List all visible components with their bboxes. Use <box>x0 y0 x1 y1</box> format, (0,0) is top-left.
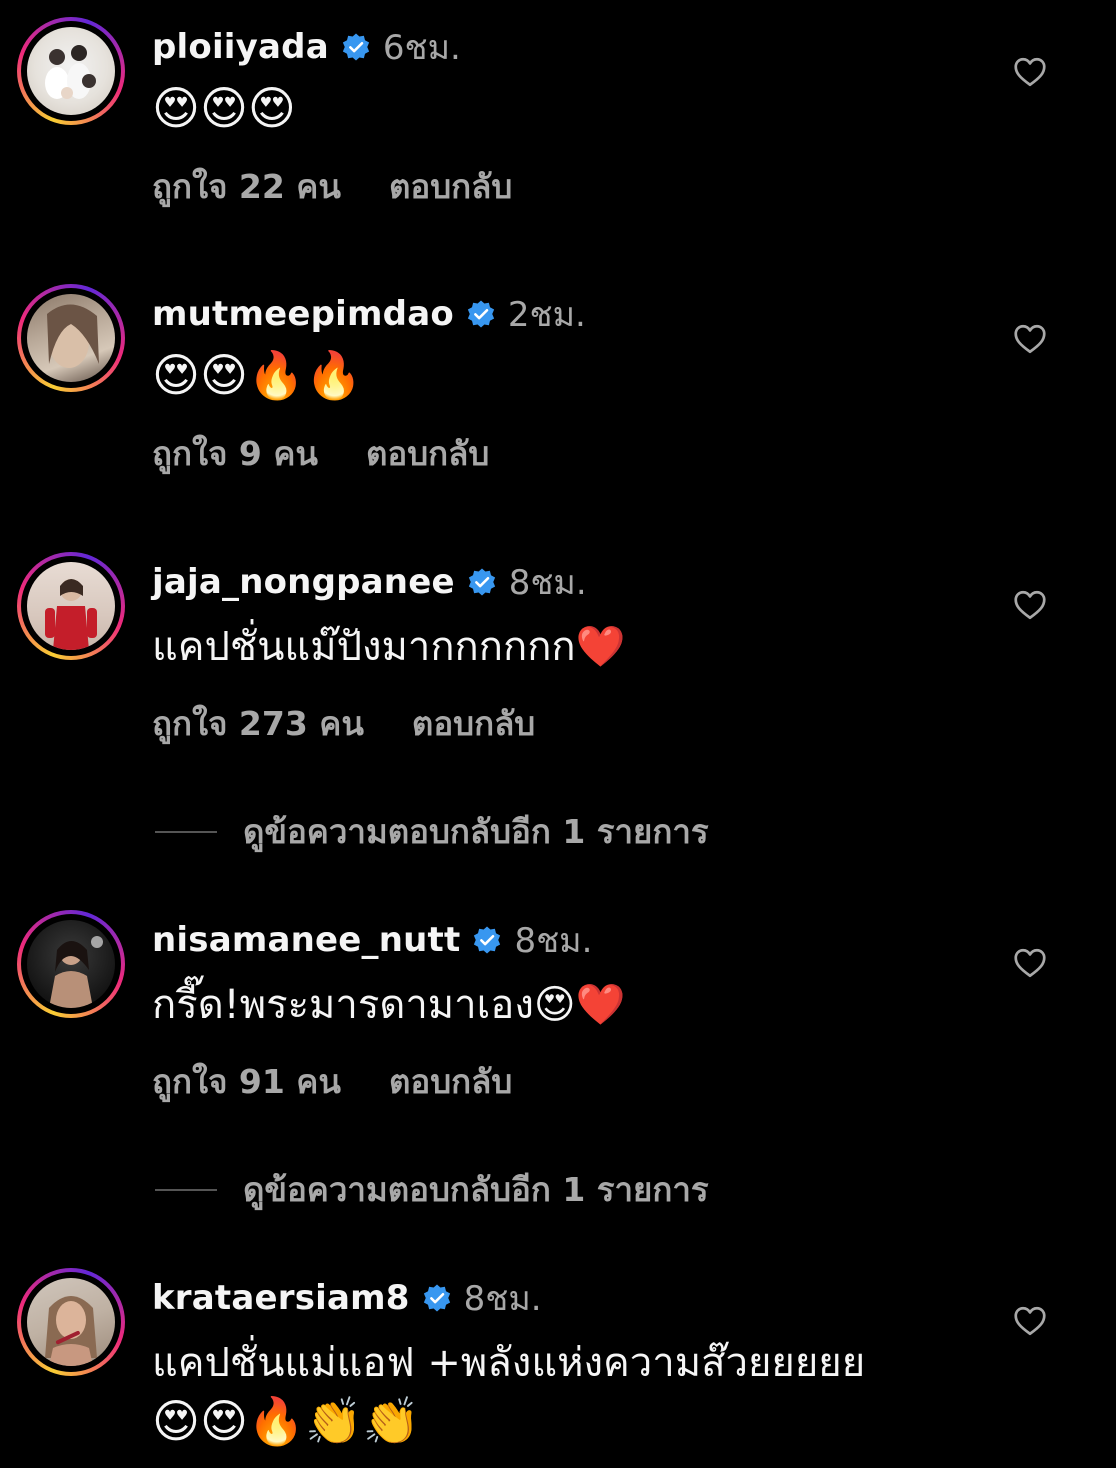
reply-button[interactable]: ตอบกลับ <box>412 697 535 750</box>
heart-icon[interactable] <box>1012 1303 1048 1339</box>
comment-time: 6ชม. <box>382 28 461 68</box>
verified-badge-icon <box>342 33 369 61</box>
comment-actions: ถูกใจ 9 คน ตอบกลับ <box>152 427 489 480</box>
comment-actions: ถูกใจ 22 คน ตอบกลับ <box>152 160 512 213</box>
comment-time: 8ชม. <box>508 563 587 603</box>
reply-button[interactable]: ตอบกลับ <box>389 1055 512 1108</box>
comment-header: ploiiyada 6ชม. <box>152 24 461 70</box>
comment-text: กรี๊ด!พระมารดามาเอง😍❤️ <box>152 982 626 1028</box>
view-replies-button[interactable]: ดูข้อความตอบกลับอีก 1 รายการ <box>155 805 709 858</box>
comment-text: 😍😍😍 <box>152 81 296 135</box>
comment-header: nisamanee_nutt 8ชม. <box>152 917 592 963</box>
comment-text-line2: 😍😍🔥👏👏 <box>152 1394 420 1448</box>
avatar[interactable] <box>17 1268 125 1376</box>
comment-actions: ถูกใจ 273 คน ตอบกลับ <box>152 697 535 750</box>
verified-badge-icon <box>467 300 495 328</box>
comment-item: krataersiam8 8ชม. แคปชั่นแม่แอฟ +พลังแห่… <box>0 1251 1116 1468</box>
view-replies-button[interactable]: ดูข้อความตอบกลับอีก 1 รายการ <box>155 1163 709 1216</box>
comment-item: jaja_nongpanee 8ชม. แคปชั่นแม๊ปังมากกกกก… <box>0 535 1116 865</box>
likes-count[interactable]: ถูกใจ 22 คน <box>152 160 341 213</box>
comment-actions: ถูกใจ 91 คน ตอบกลับ <box>152 1055 512 1108</box>
comment-header: mutmeepimdao 2ชม. <box>152 291 586 337</box>
comment-item: ploiiyada 6ชม. 😍😍😍 ถูกใจ 22 คน ตอบกลับ <box>0 0 1116 250</box>
username[interactable]: jaja_nongpanee <box>152 562 455 602</box>
comment-text: แคปชั่นแม่แอฟ +พลังแห่งความส๊วยยยยย <box>152 1340 866 1386</box>
username[interactable]: mutmeepimdao <box>152 294 454 334</box>
verified-badge-icon <box>423 1284 450 1312</box>
comment-text: แคปชั่นแม๊ปังมากกกกกก❤️ <box>152 624 626 670</box>
avatar[interactable] <box>17 284 125 392</box>
replies-divider <box>155 830 217 833</box>
comment-text: 😍😍🔥🔥 <box>152 348 363 402</box>
likes-count[interactable]: ถูกใจ 9 คน <box>152 427 318 480</box>
username[interactable]: krataersiam8 <box>152 1278 410 1318</box>
heart-icon[interactable] <box>1012 945 1048 981</box>
view-replies-label: ดูข้อความตอบกลับอีก 1 รายการ <box>243 1170 709 1209</box>
replies-divider <box>155 1188 217 1191</box>
comment-header: jaja_nongpanee 8ชม. <box>152 559 587 605</box>
reply-button[interactable]: ตอบกลับ <box>366 427 489 480</box>
comment-item: nisamanee_nutt 8ชม. กรี๊ด!พระมารดามาเอง😍… <box>0 893 1116 1223</box>
comment-item: mutmeepimdao 2ชม. 😍😍🔥🔥 ถูกใจ 9 คน ตอบกลั… <box>0 267 1116 517</box>
avatar[interactable] <box>17 17 125 125</box>
view-replies-label: ดูข้อความตอบกลับอีก 1 รายการ <box>243 812 709 851</box>
avatar[interactable] <box>17 910 125 1018</box>
likes-count[interactable]: ถูกใจ 273 คน <box>152 697 364 750</box>
comment-header: krataersiam8 8ชม. <box>152 1275 542 1321</box>
username[interactable]: ploiiyada <box>152 27 329 67</box>
verified-badge-icon <box>468 568 495 596</box>
verified-badge-icon <box>474 926 501 954</box>
username[interactable]: nisamanee_nutt <box>152 920 460 960</box>
comment-time: 8ชม. <box>463 1279 542 1319</box>
comment-time: 2ชม. <box>507 295 586 335</box>
comment-time: 8ชม. <box>514 921 593 961</box>
heart-icon[interactable] <box>1012 54 1048 90</box>
heart-icon[interactable] <box>1012 321 1048 357</box>
avatar[interactable] <box>17 552 125 660</box>
heart-icon[interactable] <box>1012 587 1048 623</box>
likes-count[interactable]: ถูกใจ 91 คน <box>152 1055 341 1108</box>
reply-button[interactable]: ตอบกลับ <box>389 160 512 213</box>
